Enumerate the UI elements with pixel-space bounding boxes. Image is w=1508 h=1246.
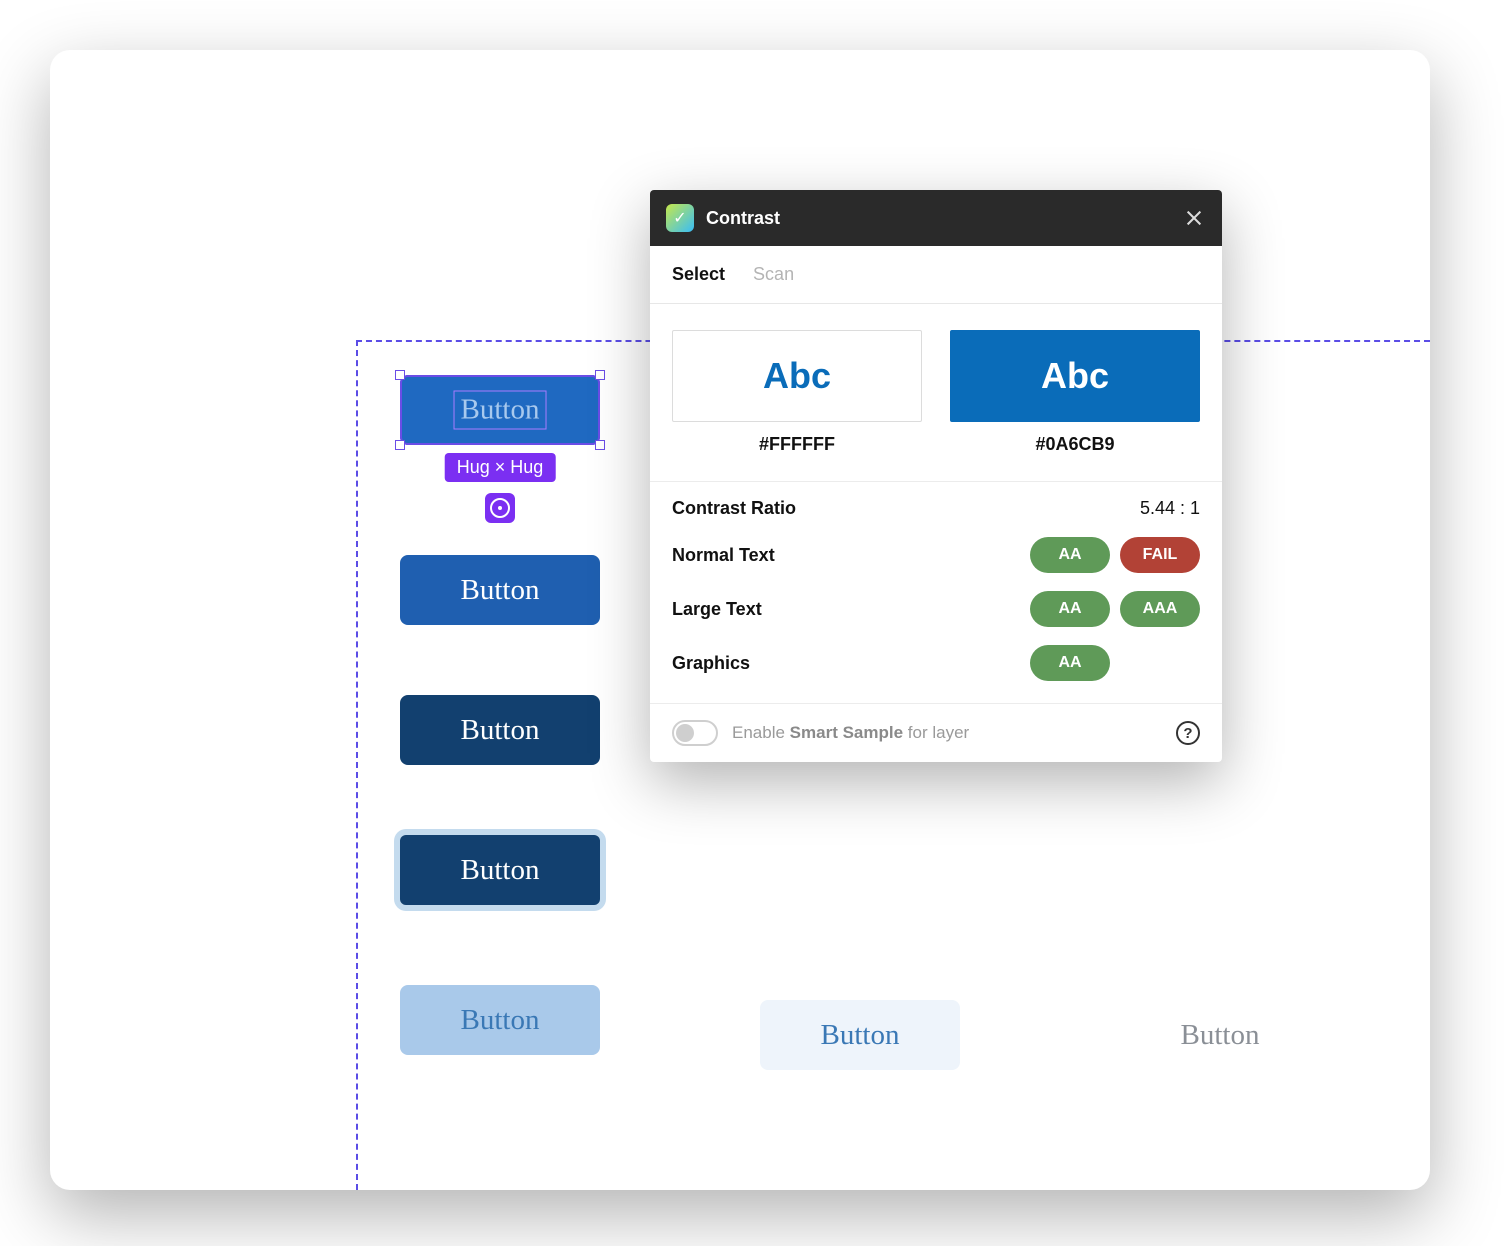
- selected-text-box[interactable]: Button: [454, 391, 547, 430]
- app-window: Button Hug × Hug Button Button Button Bu…: [50, 50, 1430, 1190]
- swatch-row: Abc #FFFFFF Abc #0A6CB9: [650, 304, 1222, 473]
- target-icon[interactable]: [485, 493, 515, 523]
- pill-spacer: [1120, 645, 1200, 681]
- resize-handle-bottom-left[interactable]: [395, 440, 405, 450]
- background-swatch[interactable]: Abc: [950, 330, 1200, 422]
- normal-aa-pill: AA: [1030, 537, 1110, 573]
- footer-for-layer: for layer: [908, 723, 969, 742]
- large-text-pills: AA AAA: [1030, 591, 1200, 627]
- normal-aaa-pill: FAIL: [1120, 537, 1200, 573]
- app-icon: ✓: [666, 204, 694, 232]
- background-swatch-col: Abc #0A6CB9: [950, 330, 1200, 455]
- canvas-button-ghost[interactable]: Button: [760, 1000, 960, 1070]
- footer-smart-sample: Smart Sample: [790, 723, 903, 742]
- tab-select[interactable]: Select: [672, 264, 725, 285]
- large-text-row: Large Text AA AAA: [672, 591, 1200, 627]
- graphics-pills: AA: [1030, 645, 1200, 681]
- graphics-label: Graphics: [672, 653, 1030, 674]
- canvas-bottom-row: Button Button: [760, 1000, 1320, 1070]
- panel-footer: Enable Smart Sample for layer ?: [650, 703, 1222, 762]
- contrast-ratio-label: Contrast Ratio: [672, 498, 1140, 519]
- tab-scan[interactable]: Scan: [753, 264, 794, 285]
- large-aa-pill: AA: [1030, 591, 1110, 627]
- foreground-swatch-col: Abc #FFFFFF: [672, 330, 922, 455]
- resize-handle-bottom-right[interactable]: [595, 440, 605, 450]
- resize-handle-top-left[interactable]: [395, 370, 405, 380]
- selected-button-wrapper[interactable]: Button Hug × Hug: [400, 375, 600, 445]
- canvas-button-column: Button Hug × Hug Button Button Button Bu…: [400, 375, 600, 1055]
- smart-sample-toggle[interactable]: [672, 720, 718, 746]
- metrics-section: Contrast Ratio 5.44 : 1 Normal Text AA F…: [650, 482, 1222, 703]
- panel-title: Contrast: [706, 208, 1170, 229]
- normal-text-row: Normal Text AA FAIL: [672, 537, 1200, 573]
- canvas-button-selected[interactable]: Button: [400, 375, 600, 445]
- foreground-hex-label: #FFFFFF: [672, 434, 922, 455]
- normal-text-label: Normal Text: [672, 545, 1030, 566]
- canvas-button-disabled[interactable]: Button: [400, 985, 600, 1055]
- large-aaa-pill: AAA: [1120, 591, 1200, 627]
- foreground-swatch[interactable]: Abc: [672, 330, 922, 422]
- canvas-button[interactable]: Button: [400, 695, 600, 765]
- contrast-ratio-row: Contrast Ratio 5.44 : 1: [672, 498, 1200, 519]
- large-text-label: Large Text: [672, 599, 1030, 620]
- normal-text-pills: AA FAIL: [1030, 537, 1200, 573]
- resize-handle-top-right[interactable]: [595, 370, 605, 380]
- footer-enable: Enable: [732, 723, 785, 742]
- canvas-button-text[interactable]: Button: [1120, 1000, 1320, 1070]
- contrast-panel: ✓ Contrast Select Scan Abc #FFFFFF Abc #…: [650, 190, 1222, 762]
- canvas-button[interactable]: Button: [400, 555, 600, 625]
- smart-sample-label: Enable Smart Sample for layer: [732, 723, 969, 743]
- panel-tabs: Select Scan: [650, 246, 1222, 304]
- graphics-aa-pill: AA: [1030, 645, 1110, 681]
- help-icon[interactable]: ?: [1176, 721, 1200, 745]
- background-hex-label: #0A6CB9: [950, 434, 1200, 455]
- contrast-ratio-value: 5.44 : 1: [1140, 498, 1200, 519]
- canvas-button-focused[interactable]: Button: [400, 835, 600, 905]
- graphics-row: Graphics AA: [672, 645, 1200, 681]
- dimensions-pill: Hug × Hug: [445, 453, 556, 482]
- panel-header: ✓ Contrast: [650, 190, 1222, 246]
- close-icon[interactable]: [1182, 206, 1206, 230]
